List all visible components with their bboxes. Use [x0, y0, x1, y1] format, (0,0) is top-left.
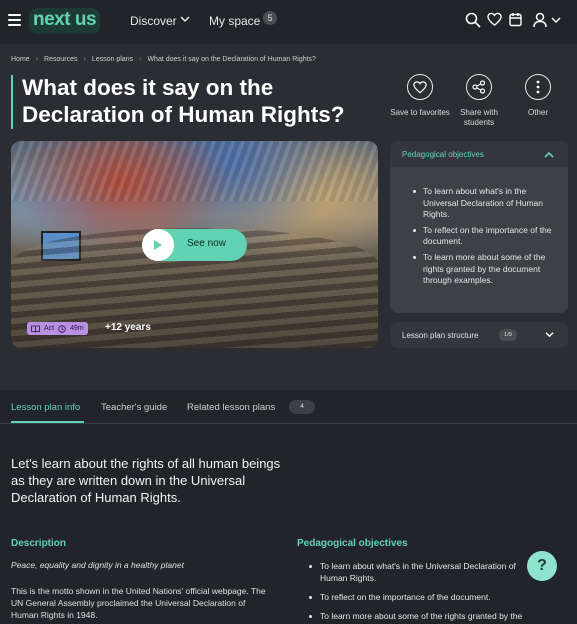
tab-lesson-plan-info[interactable]: Lesson plan info — [11, 402, 80, 413]
see-now-button[interactable]: See now — [142, 229, 247, 261]
breadcrumb-separator: › — [139, 56, 142, 63]
age-label: +12 years — [105, 322, 151, 333]
breadcrumb-separator: › — [83, 56, 86, 63]
tab-related-lesson-plans[interactable]: Related lesson plans — [187, 402, 275, 413]
lesson-plan-structure-toggle[interactable]: Lesson plan structure — [390, 322, 568, 348]
tag-type: Act — [44, 325, 55, 332]
description-body: This is the motto shown in the United Na… — [11, 586, 266, 620]
list-item: To learn about what's in the Universal D… — [309, 560, 539, 584]
tab-teachers-guide[interactable]: Teacher's guide — [101, 402, 167, 413]
book-icon — [31, 325, 40, 333]
search-icon[interactable] — [465, 12, 481, 28]
title-accent-bar — [11, 75, 13, 129]
other-options-button[interactable]: Other — [503, 74, 573, 118]
objectives-panel-title: Pedagogical objectives — [402, 150, 484, 159]
share-icon — [466, 74, 492, 100]
chevron-down-icon[interactable] — [551, 15, 561, 25]
see-now-label: See now — [187, 238, 226, 249]
active-tab-indicator — [11, 421, 84, 423]
chevron-down-icon[interactable] — [180, 14, 190, 24]
breadcrumb-home[interactable]: Home — [11, 56, 30, 63]
logo[interactable]: next us — [29, 8, 101, 34]
chevron-up-icon[interactable] — [544, 151, 554, 159]
list-item: To reflect on the importance of the docu… — [413, 225, 563, 248]
structure-count-badge: 1/9 — [499, 329, 517, 341]
nav-discover[interactable]: Discover — [130, 14, 177, 28]
thumbnail-ceiling-art — [11, 141, 378, 201]
chevron-down-icon[interactable] — [545, 331, 554, 338]
top-navigation-bar: next us Discover My space 5 — [0, 0, 577, 44]
description-motto: Peace, equality and dignity in a healthy… — [11, 560, 184, 570]
more-vertical-icon — [525, 74, 551, 100]
calendar-icon[interactable] — [509, 12, 522, 27]
description-title: Description — [11, 538, 67, 549]
breadcrumb-resources[interactable]: Resources — [44, 56, 77, 63]
objectives-list: To learn about what's in the Universal D… — [413, 186, 563, 291]
list-item: To learn about what's in the Universal D… — [413, 186, 563, 221]
activity-tag: Act 49m — [27, 322, 88, 335]
objectives-panel: Pedagogical objectives To learn about wh… — [390, 141, 568, 313]
breadcrumb: Home › Resources › Lesson plans › What d… — [11, 56, 316, 63]
tabs-divider — [0, 423, 577, 424]
page-title: What does it say on the Declaration of H… — [22, 75, 345, 127]
breadcrumb-lesson-plans[interactable]: Lesson plans — [92, 56, 133, 63]
list-item: To learn more about some of the rights g… — [413, 252, 563, 287]
list-item: To reflect on the importance of the docu… — [309, 591, 577, 603]
heart-icon[interactable] — [487, 12, 502, 27]
lesson-intro: Let's learn about the rights of all huma… — [11, 456, 281, 505]
breadcrumb-current: What does it say on the Declaration of H… — [147, 56, 316, 63]
nav-my-space[interactable]: My space — [209, 14, 260, 28]
related-count-badge: 4 — [289, 400, 315, 414]
tag-duration: 49m — [70, 325, 84, 332]
objectives-section-title: Pedagogical objectives — [297, 538, 408, 549]
user-icon[interactable] — [533, 12, 547, 28]
list-item: To learn more about some of the rights g… — [309, 610, 577, 622]
structure-title: Lesson plan structure — [402, 331, 479, 340]
my-space-count-badge: 5 — [263, 11, 277, 25]
clock-icon — [58, 324, 66, 333]
play-icon — [142, 229, 174, 261]
menu-icon[interactable] — [8, 14, 21, 26]
help-button[interactable]: ? — [527, 551, 557, 581]
other-label: Other — [527, 108, 548, 117]
breadcrumb-separator: › — [35, 56, 39, 63]
heart-icon — [407, 74, 433, 100]
